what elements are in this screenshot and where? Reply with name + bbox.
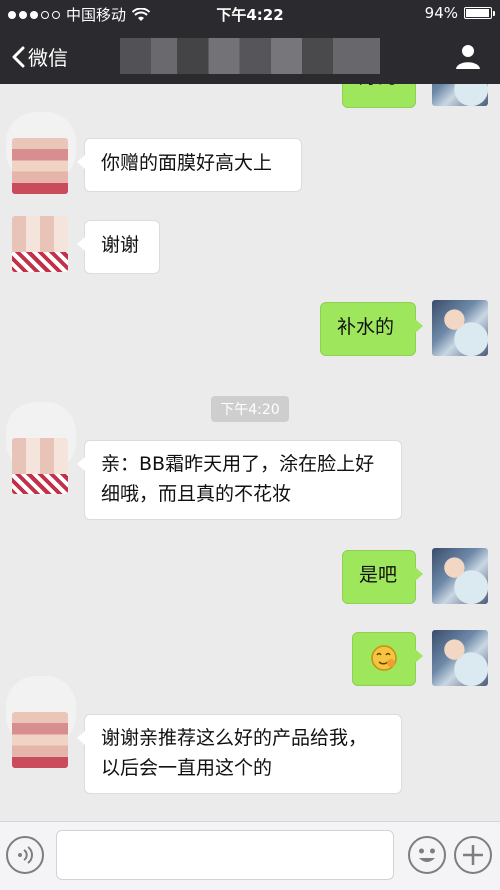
avatar-self[interactable] (432, 84, 488, 106)
message-bubble-incoming[interactable]: 谢谢 (77, 220, 160, 274)
chat-area[interactable]: 好的 你赠的面膜好高大上 谢谢 补水的 下午4:20 亲：BB霜昨天用了，涂在脸… (0, 84, 500, 822)
timestamp-label: 下午4:20 (211, 396, 289, 422)
message-text: 谢谢亲推荐这么好的产品给我，以后会一直用这个的 (101, 727, 368, 779)
plus-icon (463, 845, 483, 865)
message-text: 你赠的面膜好高大上 (101, 152, 273, 174)
message-bubble-outgoing[interactable] (352, 632, 423, 686)
avatar-contact[interactable] (12, 712, 68, 768)
message-text: 谢谢 (101, 234, 140, 256)
message-text: 好的 (359, 84, 397, 88)
battery-percent: 94% (424, 4, 458, 22)
emoji-icon (419, 848, 435, 862)
message-bubble-incoming[interactable]: 谢谢亲推荐这么好的产品给我，以后会一直用这个的 (77, 714, 402, 794)
avatar-contact[interactable] (12, 438, 68, 494)
message-bubble-incoming[interactable]: 你赠的面膜好高大上 (77, 138, 302, 192)
message-text: 亲：BB霜昨天用了，涂在脸上好细哦，而且真的不花妆 (101, 453, 375, 505)
message-bubble-outgoing[interactable]: 补水的 (320, 302, 423, 356)
message-bubble-outgoing[interactable]: 是吧 (342, 550, 423, 604)
voice-icon (18, 846, 33, 864)
message-bubble-outgoing[interactable]: 好的 (342, 84, 416, 108)
avatar-contact[interactable] (12, 216, 68, 272)
message-text: 补水的 (337, 316, 395, 338)
avatar-contact[interactable] (12, 138, 68, 194)
battery-icon (464, 7, 495, 19)
chat-title (120, 38, 380, 74)
message-text: 是吧 (359, 564, 398, 586)
shy-smile-emoji-icon (371, 645, 397, 671)
user-icon[interactable] (454, 42, 482, 70)
avatar-self[interactable] (432, 548, 488, 604)
chevron-left-icon (12, 46, 25, 67)
pixelated-title-mosaic (120, 38, 380, 74)
plus-button[interactable] (454, 836, 492, 874)
voice-button[interactable] (6, 836, 44, 874)
back-button[interactable]: 微信 (10, 42, 68, 71)
battery-status: 94% (424, 4, 495, 22)
message-timestamp: 下午4:20 (0, 396, 500, 422)
avatar-self[interactable] (432, 630, 488, 686)
back-label: 微信 (28, 46, 68, 70)
status-bar: 中国移动 下午4:22 94% (0, 0, 500, 28)
nav-bar: 微信 (0, 28, 500, 84)
emoji-button[interactable] (408, 836, 446, 874)
avatar-self[interactable] (432, 300, 488, 356)
message-bubble-incoming[interactable]: 亲：BB霜昨天用了，涂在脸上好细哦，而且真的不花妆 (77, 440, 402, 520)
message-input[interactable] (56, 830, 394, 880)
input-bar (0, 821, 500, 890)
